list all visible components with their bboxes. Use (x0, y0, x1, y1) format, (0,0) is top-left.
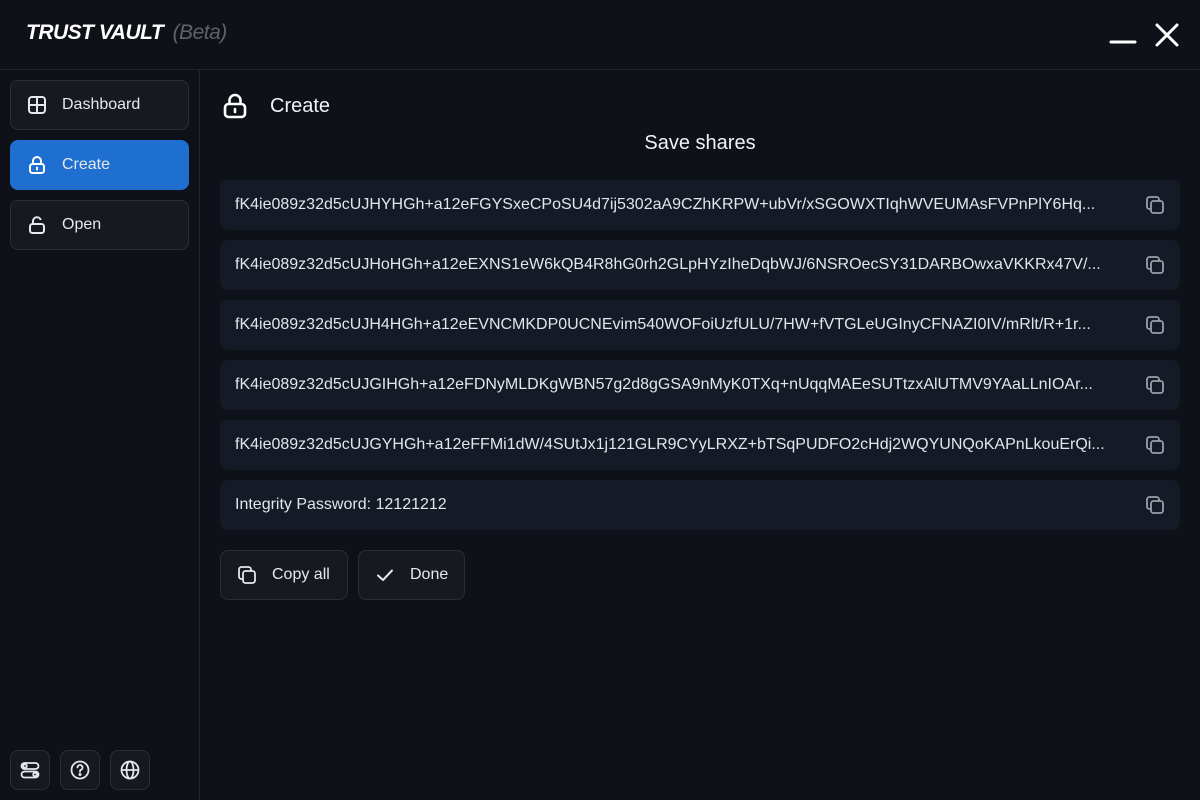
sidebar-item-label: Dashboard (62, 96, 141, 113)
share-row: fK4ie089z32d5cUJHYHGh+a12eFGYSxeCPoSU4d7… (220, 180, 1180, 230)
minimize-icon (1109, 40, 1137, 44)
unlock-icon (26, 214, 48, 236)
share-row: fK4ie089z32d5cUJGYHGh+a12eFFMi1dW/4SUtJx… (220, 420, 1180, 470)
share-row: fK4ie089z32d5cUJGIHGh+a12eFDNyMLDKgWBN57… (220, 360, 1180, 410)
help-button[interactable] (60, 750, 100, 790)
done-label: Done (410, 566, 449, 583)
copy-icon[interactable] (1144, 314, 1166, 336)
close-button[interactable] (1152, 20, 1182, 50)
copy-all-label: Copy all (272, 566, 330, 583)
globe-icon (120, 760, 140, 780)
sidebar-item-open[interactable]: Open (10, 200, 189, 250)
share-value: fK4ie089z32d5cUJGYHGh+a12eFFMi1dW/4SUtJx… (235, 436, 1105, 453)
copy-icon[interactable] (1144, 494, 1166, 516)
app-name: TRUST VAULT (26, 21, 164, 44)
share-row: fK4ie089z32d5cUJHoHGh+a12eEXNS1eW6kQB4R8… (220, 240, 1180, 290)
copy-icon[interactable] (1144, 374, 1166, 396)
share-row: fK4ie089z32d5cUJH4HGh+a12eEVNCMKDP0UCNEv… (220, 300, 1180, 350)
language-button[interactable] (110, 750, 150, 790)
lock-icon (220, 91, 250, 121)
share-value: fK4ie089z32d5cUJHYHGh+a12eFGYSxeCPoSU4d7… (235, 196, 1096, 213)
share-value: fK4ie089z32d5cUJHoHGh+a12eEXNS1eW6kQB4R8… (235, 256, 1101, 273)
integrity-row: Integrity Password: 12121212 (220, 480, 1180, 530)
lock-icon (26, 154, 48, 176)
minimize-button[interactable] (1108, 20, 1138, 50)
settings-button[interactable] (10, 750, 50, 790)
title-bar: TRUST VAULT (Beta) (0, 0, 1200, 70)
integrity-password: Integrity Password: 12121212 (235, 496, 447, 513)
page-header: Create (220, 90, 330, 122)
copy-icon (236, 564, 258, 586)
close-icon (1155, 23, 1179, 47)
check-icon (374, 564, 396, 586)
sidebar-item-label: Open (62, 216, 102, 233)
app-title: TRUST VAULT (Beta) (26, 21, 227, 45)
beta-label: (Beta) (172, 21, 228, 44)
copy-icon[interactable] (1144, 194, 1166, 216)
sidebar-item-label: Create (62, 156, 111, 173)
section-title: Save shares (644, 132, 756, 154)
copy-all-button[interactable]: Copy all (220, 550, 348, 600)
copy-icon[interactable] (1144, 254, 1166, 276)
share-value: fK4ie089z32d5cUJH4HGh+a12eEVNCMKDP0UCNEv… (235, 316, 1091, 333)
sidebar-item-create[interactable]: Create (10, 140, 189, 190)
sidebar-item-dashboard[interactable]: Dashboard (10, 80, 189, 130)
share-value: fK4ie089z32d5cUJGIHGh+a12eFDNyMLDKgWBN57… (235, 376, 1093, 393)
done-button[interactable]: Done (358, 550, 465, 600)
main-content: Create Save shares fK4ie089z32d5cUJHYHGh… (200, 70, 1200, 800)
sidebar: Dashboard Create Open (0, 70, 200, 800)
help-icon (70, 760, 90, 780)
copy-icon[interactable] (1144, 434, 1166, 456)
grid-icon (26, 94, 48, 116)
page-title: Create (270, 94, 331, 117)
settings-toggle-icon (20, 762, 40, 779)
